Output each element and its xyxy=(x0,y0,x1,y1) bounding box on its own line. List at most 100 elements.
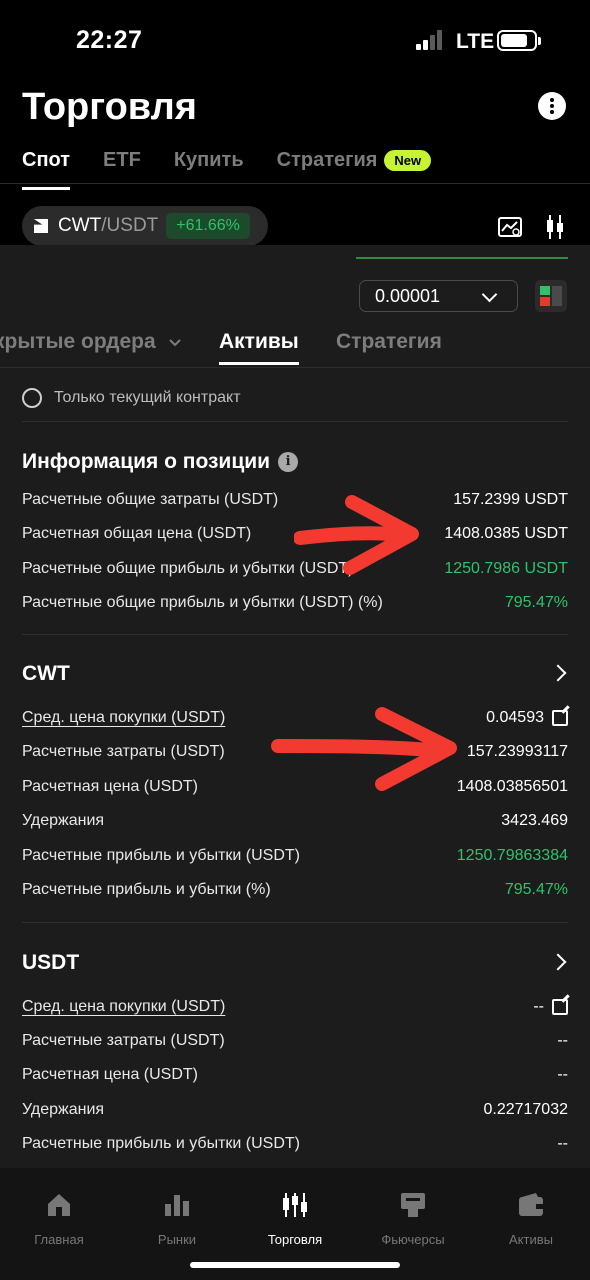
edit-icon[interactable] xyxy=(552,999,568,1015)
usdt-row: Расчетные прибыль и убытки (USDT) -- xyxy=(22,1132,568,1156)
row-value: 1408.03856501 xyxy=(456,778,568,795)
radio-button[interactable] xyxy=(22,388,42,408)
tab-buy[interactable]: Купить xyxy=(174,148,244,178)
tab-open-orders[interactable]: крытые ордера xyxy=(0,330,182,354)
row-label: Расчетная цена (USDT) xyxy=(22,778,199,795)
usdt-row: Удержания 0.22717032 xyxy=(22,1098,568,1122)
chevron-right-icon[interactable] xyxy=(549,953,567,971)
nav-label: Рынки xyxy=(157,1232,197,1247)
more-vertical-icon[interactable] xyxy=(538,92,566,120)
row-value: 1250.79863384 xyxy=(456,847,568,864)
tab-assets[interactable]: Активы xyxy=(219,330,299,365)
wallet-icon xyxy=(516,1190,546,1220)
nav-label: Фьючерсы xyxy=(381,1232,445,1247)
row-value: 795.47% xyxy=(504,594,568,611)
chevron-down-icon xyxy=(168,339,181,347)
pair-selector[interactable]: CWT /USDT +61.66% xyxy=(22,206,268,246)
row-value: 157.2399 USDT xyxy=(453,491,568,508)
position-info-title: Информация о позиции i xyxy=(22,450,299,474)
sub-tabs: крытые ордера Активы Стратегия xyxy=(0,328,590,368)
tab-strategy-sub[interactable]: Стратегия xyxy=(336,330,442,354)
nav-futures[interactable]: Фьючерсы xyxy=(354,1190,472,1247)
row-label: Удержания xyxy=(22,1101,105,1118)
filter-label: Только текущий контракт xyxy=(54,389,241,406)
row-value: 1408.0385 USDT xyxy=(444,525,568,542)
signal-icon xyxy=(416,30,446,50)
candlestick-icon[interactable] xyxy=(544,213,566,241)
row-label: Расчетные прибыль и убытки (USDT) xyxy=(22,847,300,864)
depth-bar xyxy=(356,257,568,259)
usdt-row: Сред. цена покупки (USDT) -- xyxy=(22,995,568,1019)
coin-logo-icon xyxy=(34,219,48,233)
divider xyxy=(22,922,568,923)
row-value: -- xyxy=(557,1032,568,1049)
nav-home[interactable]: Главная xyxy=(0,1190,118,1247)
chevron-right-icon[interactable] xyxy=(549,664,567,682)
row-value: -- xyxy=(557,1066,568,1083)
pair-change-badge: +61.66% xyxy=(166,213,250,239)
row-value: 795.47% xyxy=(504,881,568,898)
new-badge: New xyxy=(384,149,432,171)
row-label: Расчетные затраты (USDT) xyxy=(22,743,225,760)
annotation-arrow-icon xyxy=(271,707,457,791)
row-label: Расчетные затраты (USDT) xyxy=(22,1032,225,1049)
cwt-section-title[interactable]: CWT xyxy=(22,662,70,686)
tab-etf[interactable]: ETF xyxy=(103,148,141,178)
divider xyxy=(0,367,590,368)
row-label: Расчетная общая цена (USDT) xyxy=(22,525,252,542)
nav-assets[interactable]: Активы xyxy=(472,1190,590,1247)
row-label: Расчетные общие прибыль и убытки (USDT) … xyxy=(22,594,383,611)
usdt-row: Расчетная цена (USDT) -- xyxy=(22,1063,568,1087)
usdt-section-title[interactable]: USDT xyxy=(22,951,79,975)
info-icon[interactable]: i xyxy=(278,452,299,472)
row-value: 157.23993117 xyxy=(466,743,568,760)
cwt-title: CWT xyxy=(22,662,70,685)
avg-buy-price-label[interactable]: Сред. цена покупки (USDT) xyxy=(22,998,225,1016)
row-value: 0.22717032 xyxy=(483,1101,568,1118)
battery-icon xyxy=(497,30,541,51)
nav-label: Активы xyxy=(509,1232,553,1247)
row-value: -- xyxy=(533,998,544,1015)
pair-base: CWT xyxy=(58,215,102,236)
row-label: Расчетная цена (USDT) xyxy=(22,1066,199,1083)
row-value-wrap: 0.04593 xyxy=(486,709,568,727)
usdt-title: USDT xyxy=(22,951,80,974)
trade-icon xyxy=(280,1190,310,1220)
row-label: Удержания xyxy=(22,812,105,829)
nav-label: Торговля xyxy=(267,1232,323,1247)
annotation-arrow-icon xyxy=(294,495,419,575)
precision-value: 0.00001 xyxy=(375,285,441,306)
row-label: Расчетные прибыль и убытки (USDT) xyxy=(22,1135,300,1152)
order-book-layout-icon[interactable] xyxy=(535,280,567,312)
cwt-row: Удержания 3423.469 xyxy=(22,809,568,833)
nav-label: Главная xyxy=(34,1232,84,1247)
divider xyxy=(22,421,568,422)
chart-settings-icon[interactable] xyxy=(498,217,522,237)
row-label: Расчетные прибыль и убытки (%) xyxy=(22,881,271,898)
home-indicator[interactable] xyxy=(190,1262,400,1268)
divider xyxy=(22,634,568,635)
current-contract-filter[interactable]: Только текущий контракт xyxy=(22,388,241,408)
nav-markets[interactable]: Рынки xyxy=(118,1190,236,1247)
status-bar: 22:27 LTE xyxy=(0,0,590,80)
network-type: LTE xyxy=(456,30,495,53)
pair-quote: /USDT xyxy=(101,215,159,236)
markets-icon xyxy=(162,1190,192,1220)
row-label: Расчетные общие затраты (USDT) xyxy=(22,491,279,508)
edit-icon[interactable] xyxy=(552,710,568,726)
nav-trade[interactable]: Торговля xyxy=(236,1190,354,1247)
avg-buy-price-label[interactable]: Сред. цена покупки (USDT) xyxy=(22,709,225,727)
row-value: 3423.469 xyxy=(501,812,568,829)
precision-select[interactable]: 0.00001 xyxy=(359,280,518,312)
top-tabs: Спот ETF Купить Стратегия New xyxy=(22,148,432,190)
tab-strategy[interactable]: Стратегия xyxy=(277,148,378,178)
status-time: 22:27 xyxy=(76,26,143,54)
futures-icon xyxy=(398,1190,428,1220)
tab-spot[interactable]: Спот xyxy=(22,148,71,190)
cwt-row: Расчетные прибыль и убытки (%) 795.47% xyxy=(22,878,568,902)
position-info-title-text: Информация о позиции xyxy=(22,450,271,473)
cwt-row: Расчетные прибыль и убытки (USDT) 1250.7… xyxy=(22,844,568,868)
row-value: 0.04593 xyxy=(486,709,544,726)
tab-open-orders-label: крытые ордера xyxy=(0,330,156,353)
divider xyxy=(0,183,590,184)
